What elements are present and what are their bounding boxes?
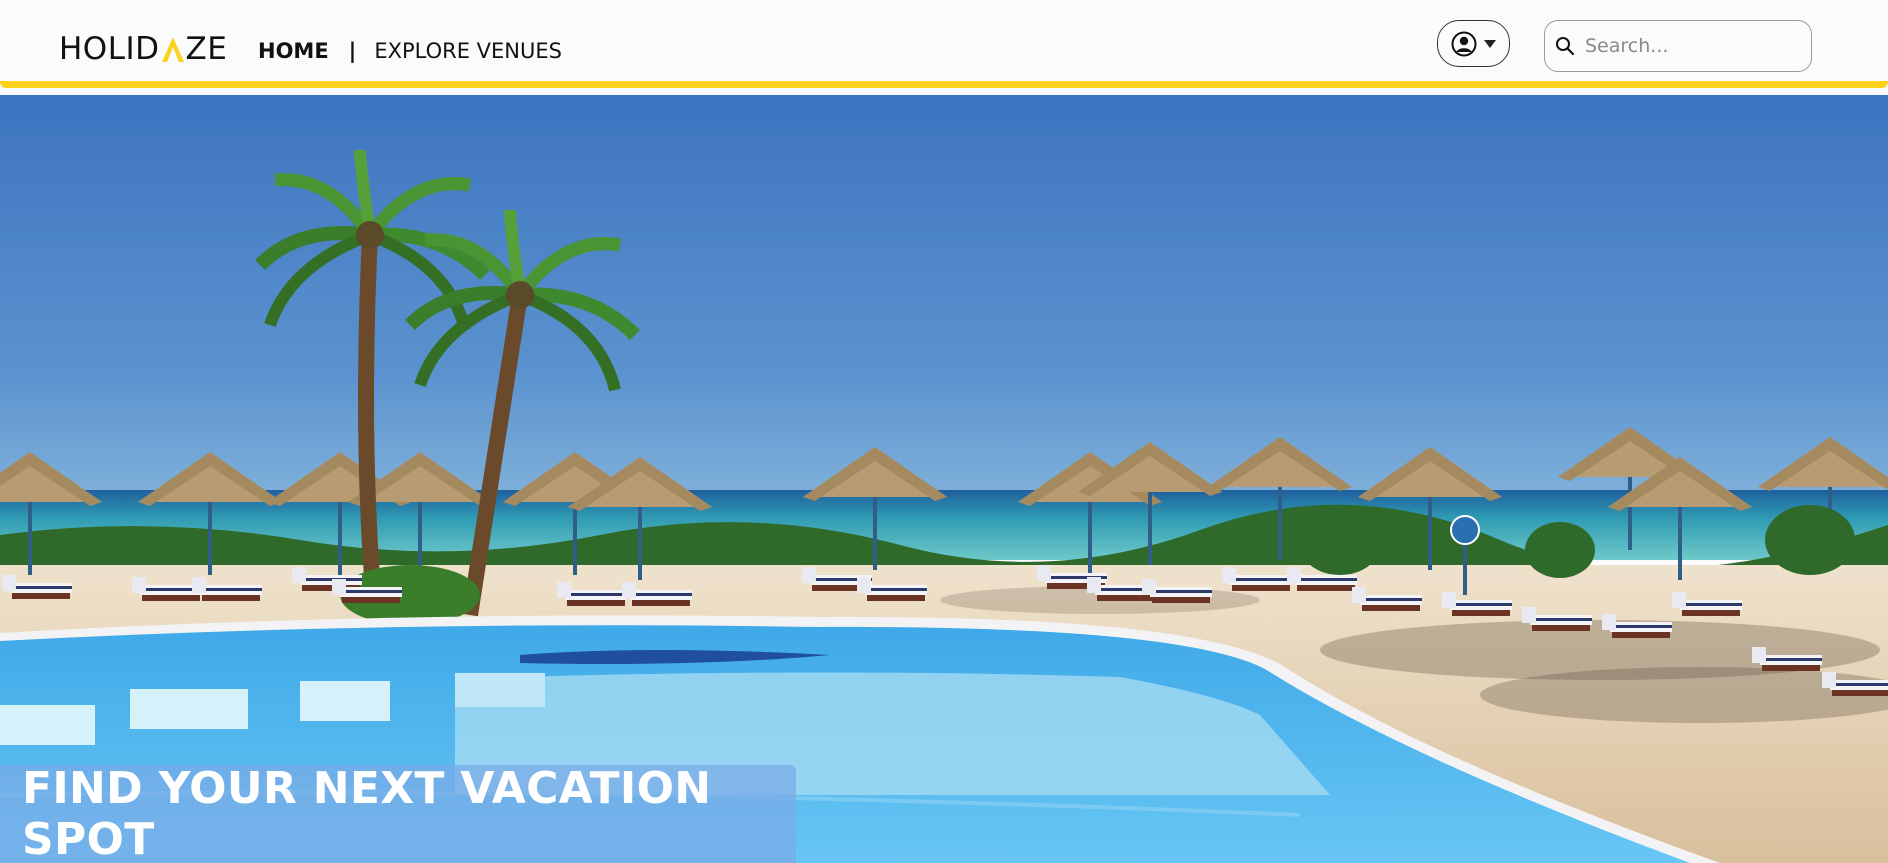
logo-text-start: HOLID bbox=[59, 30, 160, 67]
user-circle-icon bbox=[1451, 31, 1476, 56]
hero-image bbox=[0, 95, 1888, 863]
search-icon bbox=[1556, 37, 1575, 56]
logo-a-mark-icon bbox=[161, 37, 184, 62]
search-input[interactable] bbox=[1585, 35, 1805, 57]
nav-home-link[interactable]: HOME bbox=[258, 39, 329, 63]
search-box[interactable] bbox=[1544, 20, 1812, 72]
logo[interactable]: HOLID ZE bbox=[59, 31, 227, 67]
nav-separator: | bbox=[348, 39, 357, 63]
logo-text-end: ZE bbox=[185, 30, 228, 67]
hero-banner: FIND YOUR NEXT VACATION SPOT bbox=[0, 763, 796, 863]
hero-title: FIND YOUR NEXT VACATION SPOT bbox=[22, 763, 712, 863]
account-menu-button[interactable] bbox=[1437, 20, 1510, 67]
hero-section: FIND YOUR NEXT VACATION SPOT bbox=[0, 95, 1888, 863]
nav-explore-venues-link[interactable]: EXPLORE VENUES bbox=[374, 39, 562, 63]
caret-down-icon bbox=[1483, 39, 1496, 48]
site-header: HOLID ZE HOME | EXPLORE VENUES bbox=[0, 0, 1888, 88]
main-nav: HOME | EXPLORE VENUES bbox=[258, 38, 562, 64]
